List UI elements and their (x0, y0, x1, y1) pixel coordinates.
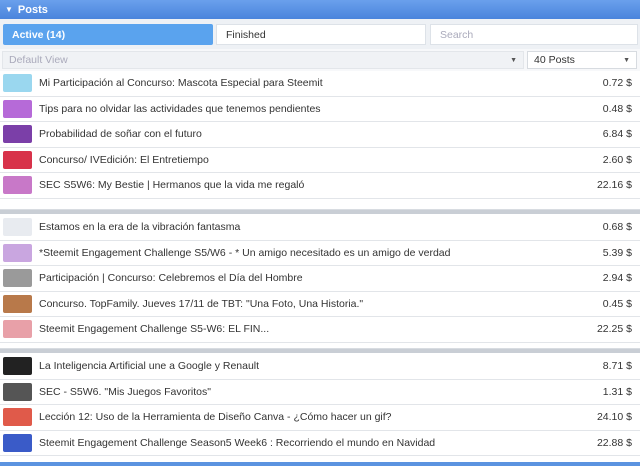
tab-active[interactable]: Active (14) (3, 24, 213, 45)
post-row[interactable]: Probabilidad de soñar con el futuro 6.84 … (0, 122, 640, 148)
post-title-link[interactable]: Lección 12: Uso de la Herramienta de Dis… (39, 411, 392, 423)
post-payout: 6.84 $ (602, 128, 632, 140)
group-divider (0, 209, 640, 214)
post-count-select[interactable]: 40 Posts ▼ (527, 51, 637, 69)
post-title-link[interactable]: SEC S5W6: My Bestie | Hermanos que la vi… (39, 179, 304, 191)
post-row[interactable]: Participación | Concurso: Celebremos el … (0, 266, 640, 292)
collapse-arrow-icon[interactable]: ▼ (5, 5, 13, 14)
post-row[interactable]: SEC S5W6: My Bestie | Hermanos que la vi… (0, 173, 640, 199)
post-thumbnail[interactable] (3, 382, 32, 401)
post-row[interactable]: SEC - S5W6. "Mis Juegos Favoritos" 1.31 $ (0, 379, 640, 405)
post-group: Mi Participación al Concurso: Mascota Es… (0, 71, 640, 199)
post-row[interactable]: Lección 12: Uso de la Herramienta de Dis… (0, 405, 640, 431)
post-thumbnail[interactable] (3, 125, 32, 143)
post-title-link[interactable]: Concurso/ IVEdición: El Entretiempo (39, 154, 209, 166)
post-thumbnail[interactable] (3, 150, 32, 169)
post-title-link[interactable]: Participación | Concurso: Celebremos el … (39, 272, 303, 284)
post-payout: 0.68 $ (602, 221, 632, 233)
post-payout: 2.94 $ (602, 272, 632, 284)
chevron-down-icon: ▼ (510, 56, 517, 64)
posts-panel-header[interactable]: ▼ Posts (0, 0, 640, 19)
post-row[interactable]: Steemit Engagement Challenge S5-W6: EL F… (0, 317, 640, 343)
post-title-link[interactable]: Concurso. TopFamily. Jueves 17/11 de TBT… (39, 298, 363, 310)
post-thumbnail[interactable] (3, 320, 32, 338)
post-payout: 22.25 $ (596, 323, 632, 335)
post-row[interactable]: Estamos en la era de la vibración fantas… (0, 215, 640, 241)
post-payout: 8.71 $ (602, 360, 632, 372)
post-group: La Inteligencia Artificial une a Google … (0, 354, 640, 456)
post-thumbnail[interactable] (3, 99, 32, 118)
post-group: Estamos en la era de la vibración fantas… (0, 215, 640, 343)
post-thumbnail[interactable] (3, 433, 32, 452)
post-count-value: 40 Posts (534, 54, 575, 66)
tab-bar: Active (14) Finished Search (0, 19, 640, 49)
post-row[interactable]: La Inteligencia Artificial une a Google … (0, 354, 640, 380)
post-thumbnail[interactable] (3, 218, 32, 236)
post-payout: 0.48 $ (602, 102, 632, 115)
post-payout: 1.31 $ (602, 385, 632, 398)
post-payout: 5.39 $ (602, 246, 632, 259)
view-select[interactable]: Default View ▼ (2, 51, 524, 69)
post-title-link[interactable]: SEC - S5W6. "Mis Juegos Favoritos" (39, 386, 211, 398)
post-row[interactable]: Concurso. TopFamily. Jueves 17/11 de TBT… (0, 291, 640, 317)
post-thumbnail[interactable] (3, 269, 32, 287)
post-thumbnail[interactable] (3, 294, 32, 313)
post-payout: 22.16 $ (596, 179, 632, 191)
bottom-bar (0, 462, 640, 466)
post-title-link[interactable]: Probabilidad de soñar con el futuro (39, 128, 202, 140)
post-title-link[interactable]: Steemit Engagement Challenge S5-W6: EL F… (39, 323, 269, 335)
post-title-link[interactable]: Steemit Engagement Challenge Season5 Wee… (39, 437, 435, 449)
post-payout: 24.10 $ (596, 411, 632, 423)
post-title-link[interactable]: Mi Participación al Concurso: Mascota Es… (39, 77, 323, 89)
post-row[interactable]: Concurso/ IVEdición: El Entretiempo 2.60 … (0, 147, 640, 173)
view-select-value: Default View (9, 54, 68, 66)
post-row[interactable]: Steemit Engagement Challenge Season5 Wee… (0, 430, 640, 456)
post-payout: 0.45 $ (602, 297, 632, 310)
post-payout: 0.72 $ (602, 77, 632, 89)
post-title-link[interactable]: La Inteligencia Artificial une a Google … (39, 360, 259, 372)
post-title-link[interactable]: Estamos en la era de la vibración fantas… (39, 221, 240, 233)
post-thumbnail[interactable] (3, 74, 32, 92)
chevron-down-icon: ▼ (623, 56, 630, 64)
post-thumbnail[interactable] (3, 408, 32, 426)
post-row[interactable]: Mi Participación al Concurso: Mascota Es… (0, 71, 640, 97)
post-title-link[interactable]: Tips para no olvidar las actividades que… (39, 103, 321, 115)
post-row[interactable]: Tips para no olvidar las actividades que… (0, 96, 640, 122)
filter-bar: Default View ▼ 40 Posts ▼ (0, 49, 640, 72)
post-payout: 2.60 $ (602, 153, 632, 166)
post-thumbnail[interactable] (3, 357, 32, 375)
post-title-link[interactable]: *Steemit Engagement Challenge S5/W6 - * … (39, 247, 451, 259)
post-payout: 22.88 $ (596, 436, 632, 449)
tab-finished[interactable]: Finished (216, 24, 426, 45)
post-thumbnail[interactable] (3, 176, 32, 194)
group-divider (0, 348, 640, 353)
post-thumbnail[interactable] (3, 243, 32, 262)
search-input[interactable]: Search (430, 24, 638, 45)
post-row[interactable]: *Steemit Engagement Challenge S5/W6 - * … (0, 240, 640, 266)
panel-title: Posts (17, 3, 48, 16)
